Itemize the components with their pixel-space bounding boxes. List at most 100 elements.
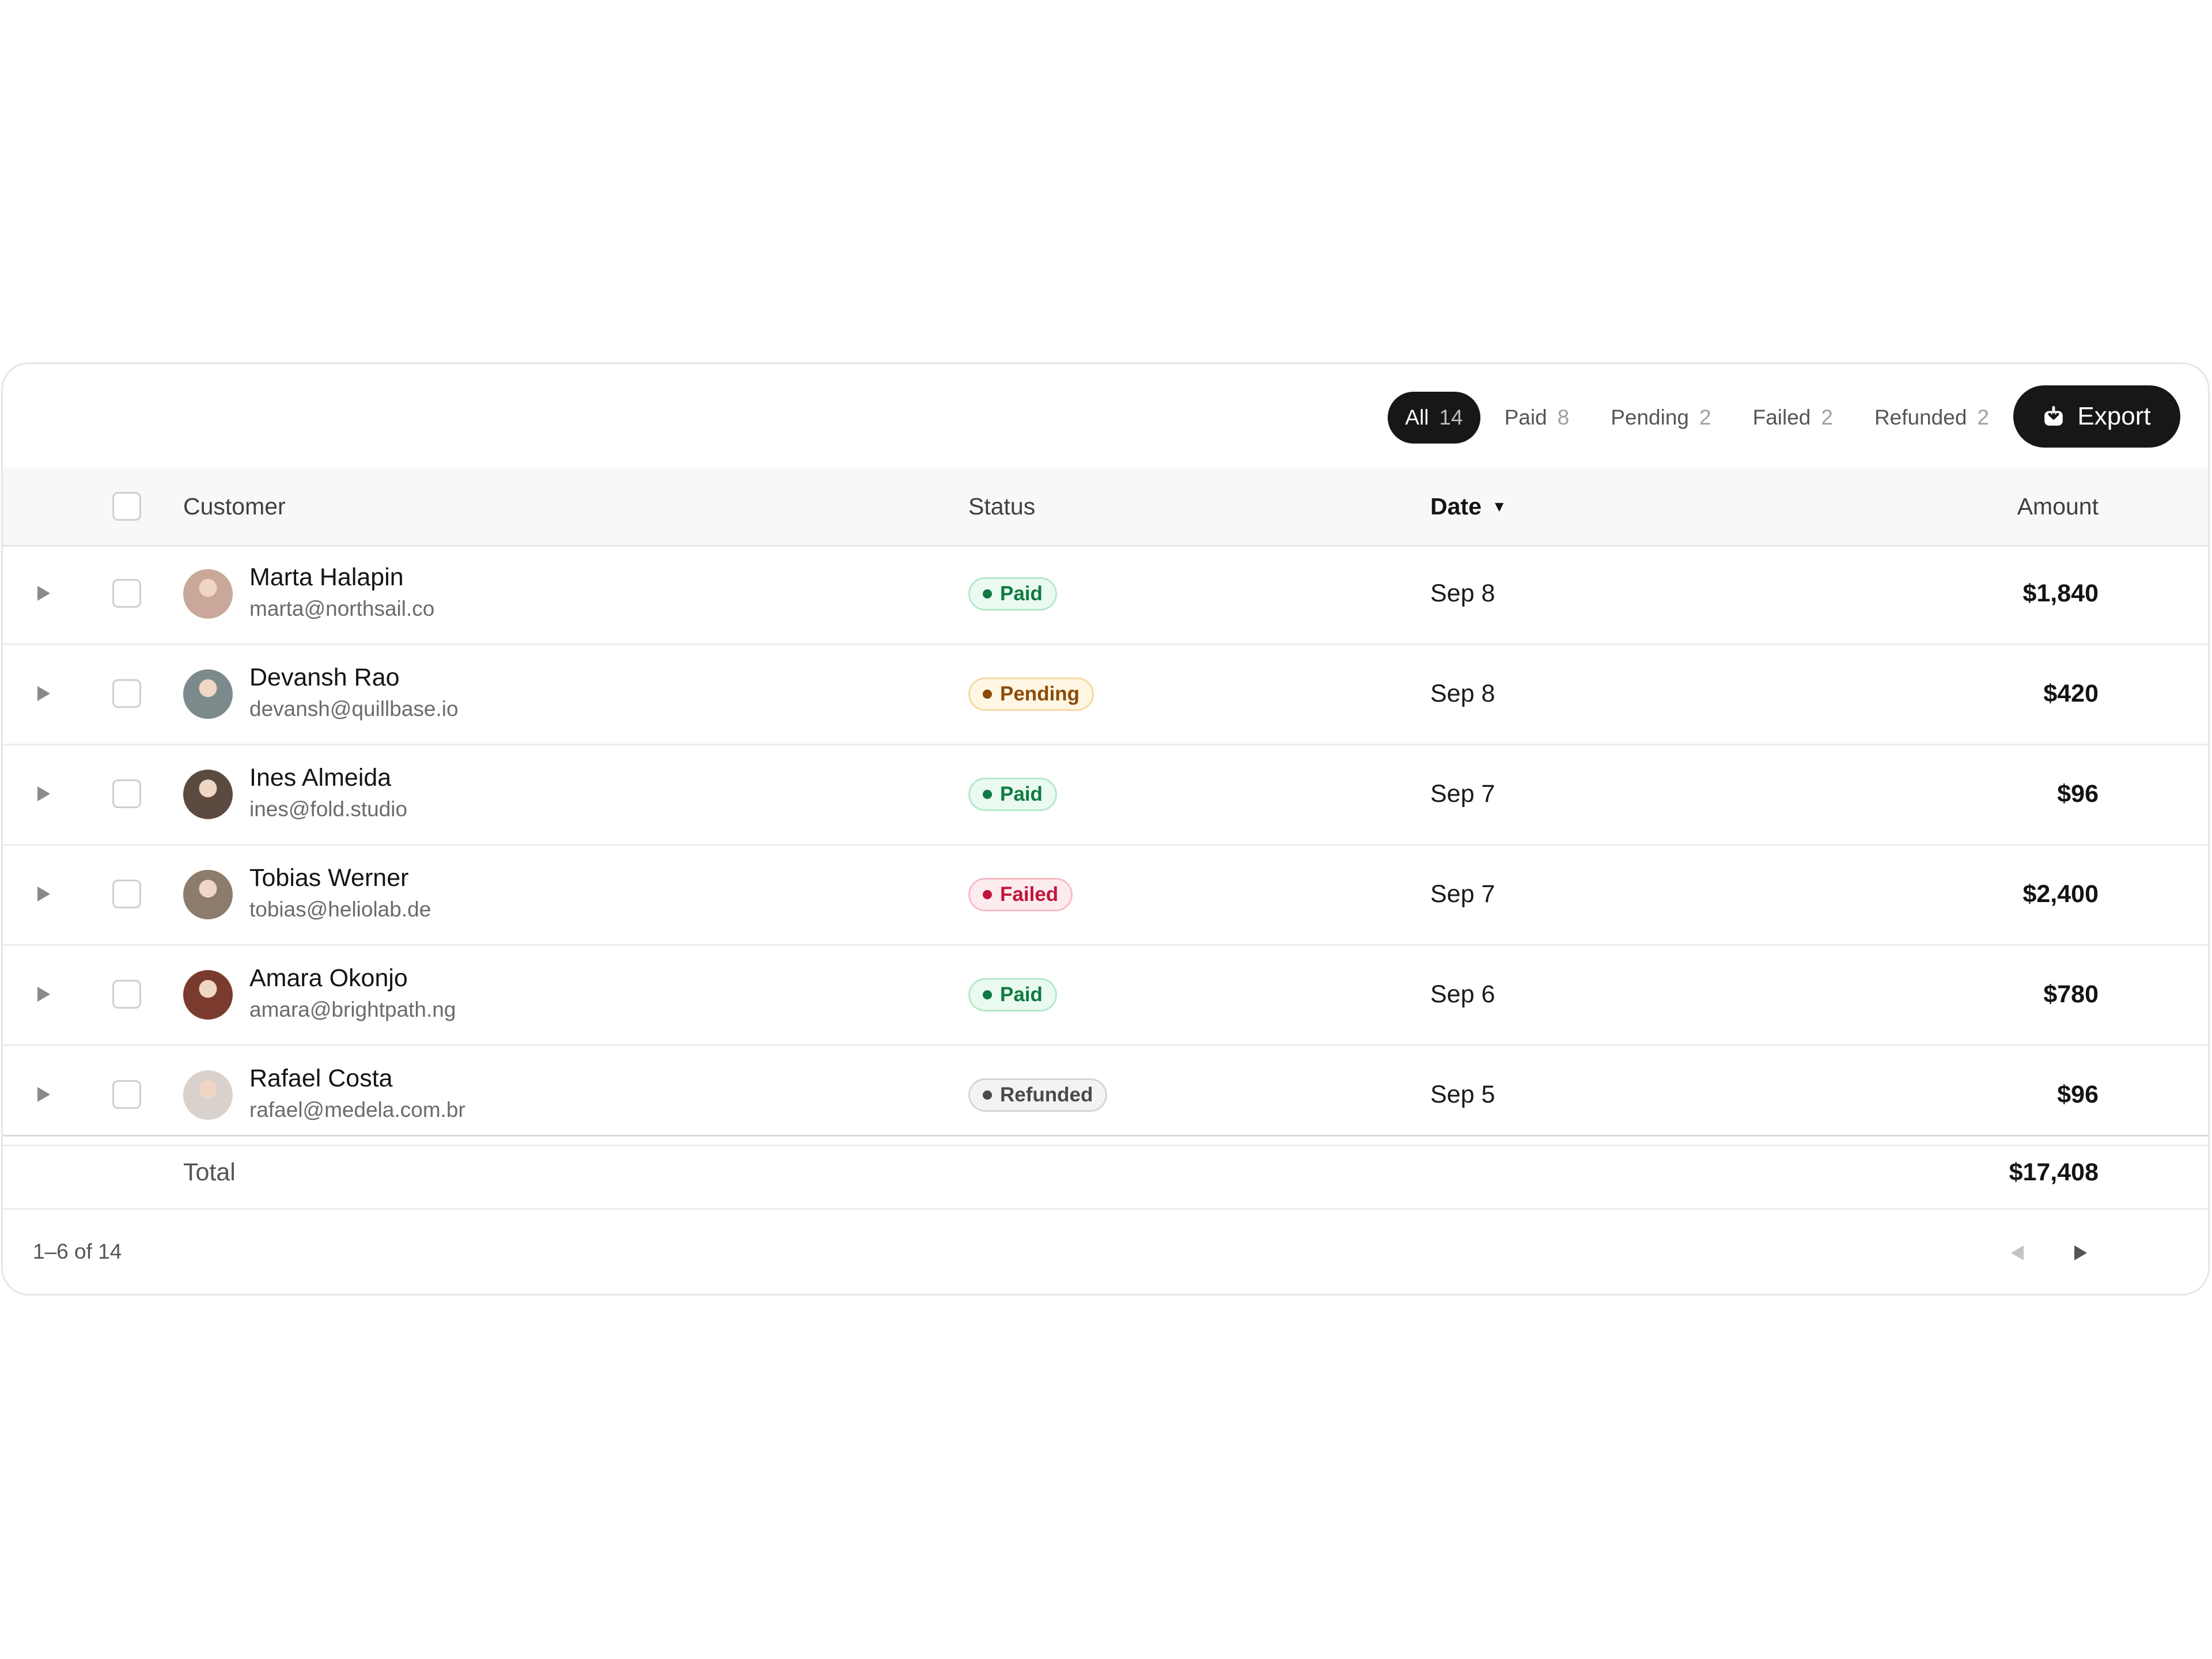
pagination-footer: 1–6 of 14: [3, 1210, 2208, 1294]
expand-row-icon[interactable]: [37, 987, 50, 1002]
total-label: Total: [183, 1158, 236, 1186]
status-badge: Paid: [968, 978, 1057, 1012]
column-header-date-label: Date: [1430, 493, 1482, 520]
payment-amount: $96: [2057, 780, 2099, 808]
status-dot-icon: [983, 790, 992, 799]
status-filter-group: All 14 Paid 8 Pending 2 Failed 2 Refunded 2: [1388, 392, 2006, 444]
column-header-amount[interactable]: Amount: [2017, 468, 2099, 545]
status-dot-icon: [983, 690, 992, 699]
table-row[interactable]: Devansh Rao devansh@quillbase.io Pending Se…: [3, 645, 2208, 745]
status-badge: Paid: [968, 778, 1057, 811]
table-row[interactable]: Amara Okonjo amara@brightpath.ng Paid Sep 6…: [3, 946, 2208, 1046]
status-label: Paid: [1000, 783, 1043, 805]
total-amount: $17,408: [2009, 1158, 2099, 1186]
status-badge: Failed: [968, 878, 1073, 911]
previous-page-icon[interactable]: [2011, 1245, 2024, 1260]
filter-chip-count: 2: [1699, 406, 1711, 429]
table-row[interactable]: Tobias Werner tobias@heliolab.de Failed Sep…: [3, 846, 2208, 946]
export-label: Export: [2077, 402, 2151, 430]
customer-email: marta@northsail.co: [249, 597, 435, 620]
filter-chip-refunded[interactable]: Refunded 2: [1857, 392, 2006, 444]
payment-date: Sep 8: [1430, 579, 1495, 607]
status-badge: Pending: [968, 677, 1094, 711]
payments-table-card: All 14 Paid 8 Pending 2 Failed 2 Refunded 2 Expor…: [1, 362, 2210, 1296]
table-header: Customer Status Date ▼ Amount: [3, 468, 2208, 547]
customer-name: Rafael Costa: [249, 1065, 393, 1092]
row-checkbox[interactable]: [112, 779, 141, 808]
avatar: [183, 669, 233, 719]
expand-row-icon[interactable]: [37, 586, 50, 601]
customer-name: Devansh Rao: [249, 664, 400, 691]
table-row[interactable]: Rafael Costa rafael@medela.com.br Refunded…: [3, 1046, 2208, 1146]
avatar: [183, 970, 233, 1020]
filter-chip-label: Refunded: [1874, 406, 1967, 429]
expand-row-icon[interactable]: [37, 1087, 50, 1102]
customer-email: ines@fold.studio: [249, 797, 408, 821]
status-dot-icon: [983, 1090, 992, 1100]
column-header-date[interactable]: Date ▼: [1430, 468, 1507, 545]
next-page-icon[interactable]: [2074, 1245, 2087, 1260]
row-checkbox[interactable]: [112, 980, 141, 1009]
payment-amount: $2,400: [2022, 880, 2099, 908]
column-header-customer[interactable]: Customer: [183, 468, 286, 545]
status-badge: Paid: [968, 577, 1057, 611]
payment-date: Sep 7: [1430, 880, 1495, 908]
customer-email: rafael@medela.com.br: [249, 1098, 465, 1122]
payment-date: Sep 6: [1430, 980, 1495, 1008]
status-label: Paid: [1000, 983, 1043, 1006]
payment-amount: $96: [2057, 1081, 2099, 1108]
filter-chip-count: 2: [1821, 406, 1833, 429]
customer-name: Marta Halapin: [249, 563, 404, 591]
status-label: Paid: [1000, 582, 1043, 605]
table-row[interactable]: Ines Almeida ines@fold.studio Paid Sep 7 $96: [3, 745, 2208, 846]
row-checkbox[interactable]: [112, 1080, 141, 1109]
download-icon: [2044, 406, 2063, 426]
row-checkbox[interactable]: [112, 679, 141, 708]
filter-chip-label: Failed: [1752, 406, 1811, 429]
filter-chip-all[interactable]: All 14: [1388, 392, 1480, 444]
status-label: Refunded: [1000, 1084, 1093, 1106]
avatar: [183, 1070, 233, 1120]
filter-chip-label: Paid: [1504, 406, 1547, 429]
payment-date: Sep 7: [1430, 780, 1495, 808]
status-label: Pending: [1000, 683, 1080, 705]
status-dot-icon: [983, 890, 992, 899]
customer-email: tobias@heliolab.de: [249, 897, 431, 921]
export-button[interactable]: Export: [2013, 385, 2180, 448]
filter-chip-pending[interactable]: Pending 2: [1593, 392, 1728, 444]
filter-chip-count: 14: [1439, 406, 1463, 429]
payment-date: Sep 5: [1430, 1081, 1495, 1108]
payment-amount: $420: [2043, 680, 2099, 707]
customer-email: devansh@quillbase.io: [249, 697, 459, 721]
expand-row-icon[interactable]: [37, 686, 50, 701]
avatar: [183, 770, 233, 819]
payment-amount: $780: [2043, 980, 2099, 1008]
expand-row-icon[interactable]: [37, 786, 50, 801]
filter-chip-label: All: [1405, 406, 1429, 429]
payment-date: Sep 8: [1430, 680, 1495, 707]
customer-email: amara@brightpath.ng: [249, 998, 456, 1021]
total-row: Total $17,408: [3, 1135, 2208, 1210]
select-all-checkbox[interactable]: [112, 492, 141, 521]
filter-chip-count: 2: [1977, 406, 1989, 429]
column-header-status[interactable]: Status: [968, 468, 1035, 545]
pagination-range: 1–6 of 14: [33, 1240, 122, 1263]
filter-chip-failed[interactable]: Failed 2: [1736, 392, 1850, 444]
toolbar: All 14 Paid 8 Pending 2 Failed 2 Refunded 2 Expor…: [3, 364, 2208, 468]
filter-chip-paid[interactable]: Paid 8: [1487, 392, 1587, 444]
customer-name: Tobias Werner: [249, 864, 409, 892]
row-checkbox[interactable]: [112, 880, 141, 908]
status-label: Failed: [1000, 883, 1059, 906]
customer-name: Ines Almeida: [249, 764, 392, 791]
payment-amount: $1,840: [2022, 579, 2099, 607]
avatar: [183, 870, 233, 919]
row-checkbox[interactable]: [112, 579, 141, 608]
customer-name: Amara Okonjo: [249, 964, 408, 992]
table-row[interactable]: Marta Halapin marta@northsail.co Paid Sep 8…: [3, 545, 2208, 645]
filter-chip-count: 8: [1557, 406, 1570, 429]
status-dot-icon: [983, 589, 992, 599]
avatar: [183, 569, 233, 619]
status-badge: Refunded: [968, 1078, 1108, 1112]
status-dot-icon: [983, 990, 992, 999]
expand-row-icon[interactable]: [37, 887, 50, 902]
